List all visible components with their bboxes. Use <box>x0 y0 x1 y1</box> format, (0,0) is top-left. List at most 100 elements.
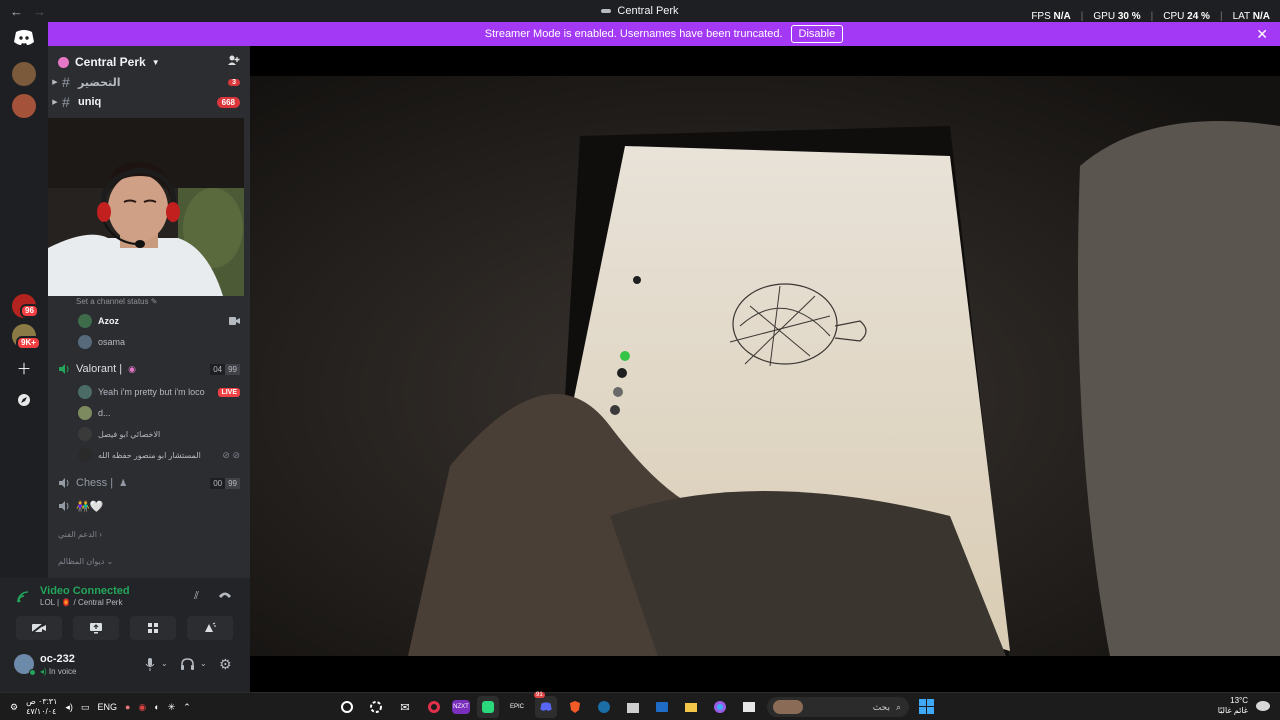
voice-user-name: d... <box>98 408 111 418</box>
taskbar-tray-left: ⚙ ٠٣:٣١ ص ٤٧/١٠/٠٤ ◂) ▭ ENG ● ◉ ◐ ✳ ⌃ <box>10 697 191 717</box>
voice-user-item[interactable]: المستشار ابو منصور حفظه الله ⊘ ⊘ <box>78 446 240 464</box>
server-badge: 9K+ <box>16 336 41 350</box>
muted-video-icon: ⊘ ⊘ <box>222 449 240 460</box>
discord-taskbar-icon[interactable]: 91 <box>534 692 557 718</box>
voice-channel-name: 👫🤍 <box>76 500 104 513</box>
stream-video-frame <box>250 76 1280 692</box>
discover-button[interactable] <box>14 390 34 410</box>
category-label[interactable]: ديوان المظالم ⌄ <box>58 557 113 566</box>
speaker-icon <box>59 478 69 488</box>
add-server-button[interactable]: ＋ <box>14 358 34 378</box>
mention-count: 3 <box>228 78 240 86</box>
search-placeholder: بحث <box>872 701 890 712</box>
network-icon[interactable]: ▭ <box>81 702 90 713</box>
voice-user-item[interactable]: الاخصائي ابو فيصل <box>78 425 240 443</box>
voice-location[interactable]: LOL | 🏮 / Central Perk <box>40 598 122 607</box>
streamer-mode-banner: Streamer Mode is enabled. Usernames have… <box>48 22 1280 46</box>
cpu-stat: CPU 24 % <box>1163 11 1210 22</box>
gear-icon[interactable]: ⚙ <box>219 656 232 673</box>
text-channel-icon: # <box>62 74 70 90</box>
app-tray-icon[interactable]: ◐ <box>154 702 159 712</box>
brightness-icon[interactable]: ✳ <box>168 702 176 713</box>
disable-streamer-mode-button[interactable]: Disable <box>790 25 844 43</box>
copilot-icon[interactable] <box>709 696 731 718</box>
language-indicator[interactable]: ENG <box>97 702 117 712</box>
store-icon[interactable] <box>622 696 644 718</box>
expand-icon: ▶ <box>52 79 58 86</box>
voice-channel-name: Valorant | <box>76 363 123 375</box>
toggle-camera-button[interactable] <box>16 616 62 640</box>
brave-icon[interactable] <box>564 696 586 718</box>
mention-count: 668 <box>216 96 240 108</box>
voice-user-item[interactable]: d... <box>78 404 240 422</box>
text-channel-icon: # <box>62 94 70 110</box>
title-bar: ← → Central Perk FPS N/A | GPU 30 % | CP… <box>0 0 1280 22</box>
live-badge: LIVE <box>218 387 240 397</box>
speaker-icon <box>59 364 69 374</box>
mic-tray-icon[interactable]: ● <box>125 702 130 712</box>
nzxt-icon[interactable]: NZXT <box>452 700 470 714</box>
clock[interactable]: ٠٣:٣١ ص ٤٧/١٠/٠٤ <box>26 697 57 717</box>
gpu-stat: GPU 30 % <box>1093 11 1141 22</box>
chevron-down-icon[interactable]: ⌄ <box>161 659 168 668</box>
user-panel: oc-232 ◂) In voice ⌄ ⌄ ⚙ <box>0 646 250 692</box>
voice-user-name: Azoz <box>98 316 119 326</box>
epic-games-icon[interactable]: EPIC <box>506 696 528 718</box>
user-limit: 04 99 <box>210 363 240 375</box>
voice-channel-chess[interactable]: Chess | ♟ 00 99 <box>58 473 240 493</box>
invite-people-icon[interactable] <box>227 54 240 70</box>
avatar <box>78 406 92 420</box>
window-title-text: Central Perk <box>617 5 679 17</box>
back-button[interactable]: ← <box>10 4 23 19</box>
chevron-down-icon: ▼ <box>151 57 160 67</box>
steelseries-icon[interactable] <box>365 696 387 718</box>
channel-item[interactable]: ▶ # uniq 668 <box>48 92 250 112</box>
weather-widget[interactable]: 13°C غائم غالبًا <box>1218 696 1270 716</box>
voice-channel-name: Chess | <box>76 477 114 489</box>
channel-status-hint[interactable]: Set a channel status ✎ <box>76 297 157 306</box>
taskbar-search[interactable]: بحث ⌕ <box>767 697 909 717</box>
app-icon[interactable] <box>477 696 499 718</box>
microphone-icon[interactable] <box>145 658 155 674</box>
chevron-up-icon[interactable]: ⌃ <box>183 702 191 713</box>
camera-icon <box>229 314 240 328</box>
voice-status[interactable]: Video Connected <box>40 585 130 597</box>
share-screen-button[interactable] <box>73 616 119 640</box>
disconnect-icon[interactable] <box>218 588 232 603</box>
file-explorer-icon[interactable] <box>680 696 702 718</box>
mail-app-icon[interactable]: ✉ <box>394 696 416 718</box>
close-banner-button[interactable]: ✕ <box>1256 26 1268 43</box>
activities-button[interactable] <box>130 616 176 640</box>
avatar <box>78 335 92 349</box>
username[interactable]: oc-232 <box>40 653 75 665</box>
server-icon[interactable] <box>12 94 36 118</box>
app-search-icon[interactable] <box>336 696 358 718</box>
signal-icon <box>16 590 30 607</box>
voice-user-name: المستشار ابو منصور حفظه الله <box>98 450 201 460</box>
voice-user-item[interactable]: osama <box>78 333 240 351</box>
window-app-icon[interactable] <box>738 696 760 718</box>
weather-temp: 13°C <box>1230 696 1248 705</box>
voice-user-item[interactable]: Azoz <box>78 312 240 330</box>
opera-gx-icon[interactable] <box>423 696 445 718</box>
discord-home-icon[interactable] <box>10 28 38 48</box>
category-label[interactable]: الدعم الفني › <box>58 530 102 539</box>
outlook-icon[interactable] <box>651 696 673 718</box>
voice-channel-couple[interactable]: 👫🤍 <box>58 496 240 516</box>
steam-icon[interactable] <box>593 696 615 718</box>
channel-item[interactable]: ▶ # التحضير 3 <box>48 72 250 92</box>
voice-user-item[interactable]: Yeah i'm pretty but i'm loco LIVE <box>78 383 240 401</box>
voice-channel-valorant[interactable]: Valorant | ◉ 04 99 <box>58 359 240 379</box>
noise-suppression-icon[interactable]: ⫽ <box>194 590 199 603</box>
server-icon[interactable] <box>12 62 36 86</box>
record-tray-icon[interactable]: ◉ <box>138 702 146 713</box>
voice-user-name: الاخصائي ابو فيصل <box>98 429 161 439</box>
stream-viewer[interactable] <box>250 46 1280 692</box>
chevron-down-icon[interactable]: ⌄ <box>200 659 207 668</box>
headphones-icon[interactable] <box>181 658 194 673</box>
forward-button[interactable]: → <box>33 4 46 19</box>
windows-start-icon[interactable] <box>916 696 938 718</box>
soundboard-button[interactable] <box>187 616 233 640</box>
volume-icon[interactable]: ◂) <box>65 702 73 713</box>
notification-icon[interactable]: ⚙ <box>10 702 18 713</box>
